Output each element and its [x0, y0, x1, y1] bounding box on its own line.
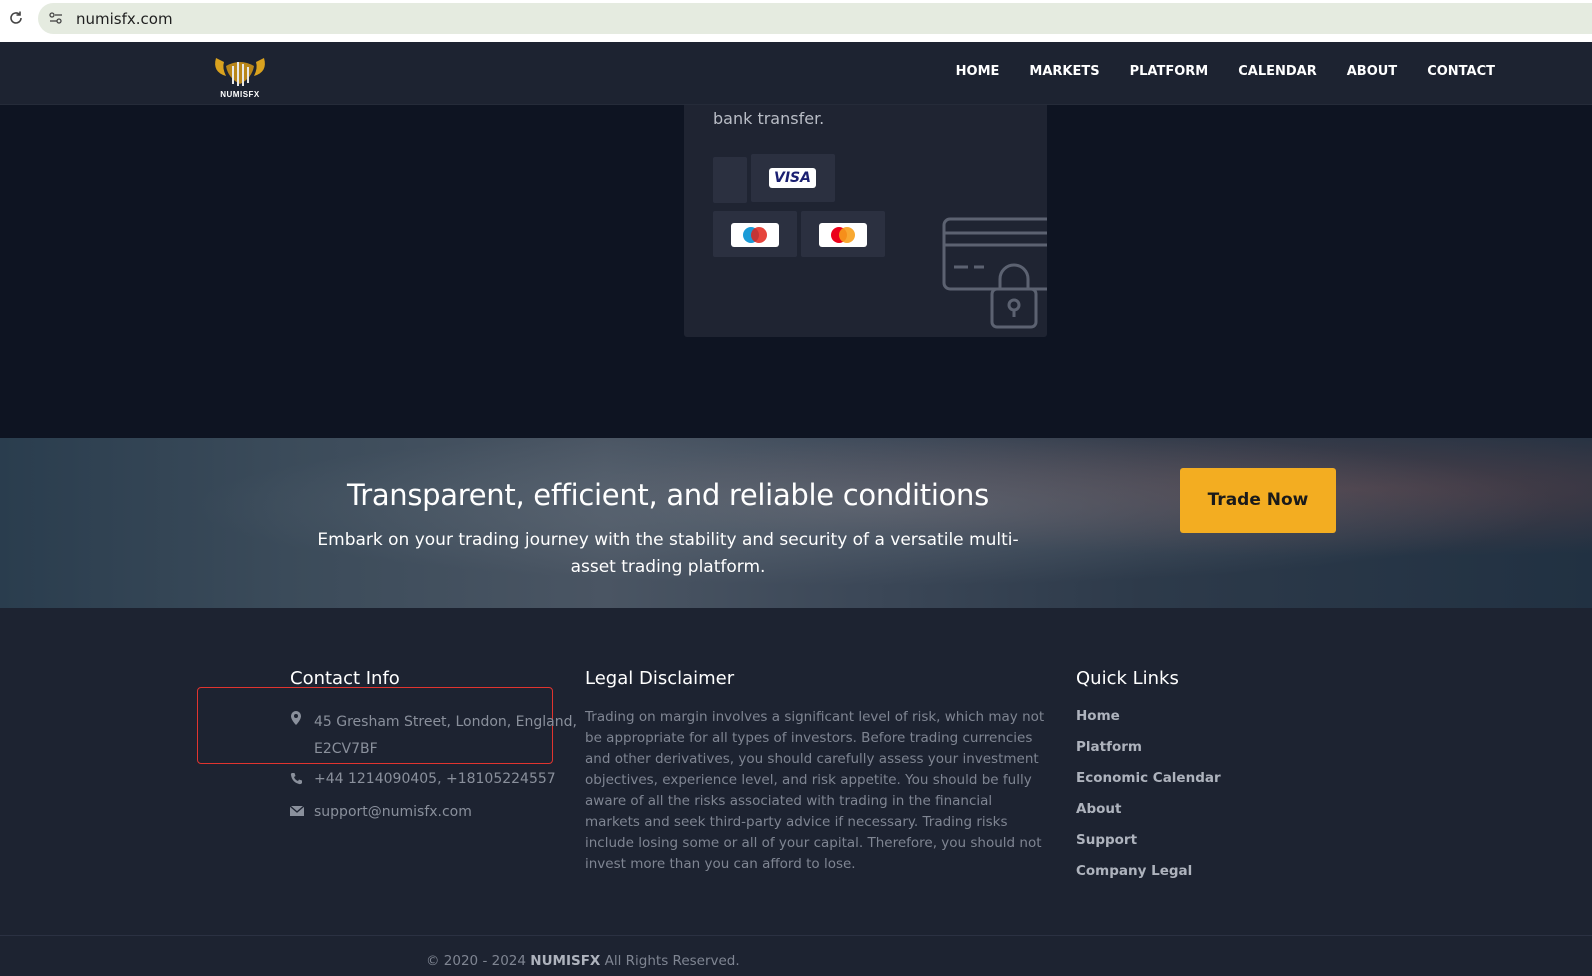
footer-divider [0, 935, 1592, 936]
copyright-rights: All Rights Reserved. [604, 953, 740, 969]
email-address[interactable]: support@numisfx.com [314, 803, 472, 821]
bull-logo-icon [215, 58, 265, 86]
legal-disclaimer-text: Trading on margin involves a significant… [585, 709, 1045, 872]
nav-about[interactable]: ABOUT [1347, 64, 1397, 79]
quick-link-economic-calendar[interactable]: Economic Calendar [1076, 770, 1221, 801]
map-pin-icon [290, 711, 304, 725]
visa-label: VISA [774, 170, 811, 186]
address-line-1: 45 Gresham Street, London, England, [314, 714, 577, 730]
payment-method-mastercard [801, 211, 885, 257]
nav-calendar[interactable]: CALENDAR [1238, 64, 1317, 79]
mastercard-icon [819, 223, 867, 247]
payment-method-visa: VISA [751, 154, 835, 202]
envelope-icon [289, 805, 305, 819]
banner-subtitle: Embark on your trading journey with the … [317, 530, 1019, 577]
banner-title: Transparent, efficient, and reliable con… [347, 478, 989, 512]
quick-link-about[interactable]: About [1076, 801, 1221, 832]
card-lock-icon [942, 217, 1047, 332]
site-footer: Contact Info 45 Gresham Street, London, … [0, 608, 1592, 976]
quick-link-platform[interactable]: Platform [1076, 739, 1221, 770]
reload-icon[interactable] [6, 10, 26, 30]
maestro-icon [731, 223, 779, 247]
browser-toolbar: numisfx.com [0, 0, 1592, 42]
address-bar[interactable]: numisfx.com [38, 3, 1592, 34]
legal-disclaimer-title: Legal Disclaimer [585, 668, 735, 689]
payment-section: bank transfer. VISA [0, 105, 1592, 438]
quick-link-home[interactable]: Home [1076, 708, 1221, 739]
quick-link-company-legal[interactable]: Company Legal [1076, 863, 1221, 894]
quick-links-title: Quick Links [1076, 668, 1179, 689]
contact-info-title: Contact Info [290, 668, 400, 689]
cta-banner: Transparent, efficient, and reliable con… [0, 438, 1592, 608]
url-text[interactable]: numisfx.com [76, 10, 173, 28]
address-line-2: E2CV7BF [314, 741, 378, 757]
site-settings-icon[interactable] [48, 10, 64, 26]
nav-home[interactable]: HOME [956, 64, 1000, 79]
copyright: © 2020 - 2024 NUMISFX All Rights Reserve… [426, 953, 740, 969]
logo-text: NUMISFX [220, 90, 260, 99]
site-header: NUMISFX HOME MARKETS PLATFORM CALENDAR A… [0, 42, 1592, 105]
nav-contact[interactable]: CONTACT [1427, 64, 1495, 79]
payment-card: bank transfer. VISA [684, 105, 1047, 337]
payment-method-placeholder [713, 157, 747, 203]
quick-link-support[interactable]: Support [1076, 832, 1221, 863]
phone-numbers[interactable]: +44 1214090405, +18105224557 [314, 770, 556, 788]
logo[interactable]: NUMISFX [212, 52, 268, 100]
quick-links-list: Home Platform Economic Calendar About Su… [1076, 708, 1221, 894]
copyright-brand: NUMISFX [530, 953, 601, 969]
nav-markets[interactable]: MARKETS [1029, 64, 1099, 79]
copyright-years: © 2020 - 2024 [426, 953, 526, 969]
banner-background-image [0, 438, 1592, 608]
trade-now-button[interactable]: Trade Now [1180, 468, 1336, 533]
payment-text: bank transfer. [713, 109, 825, 128]
visa-icon: VISA [769, 168, 816, 188]
main-nav: HOME MARKETS PLATFORM CALENDAR ABOUT CON… [926, 64, 1495, 79]
phone-icon [290, 772, 304, 786]
nav-platform[interactable]: PLATFORM [1130, 64, 1209, 79]
payment-method-maestro [713, 211, 797, 257]
